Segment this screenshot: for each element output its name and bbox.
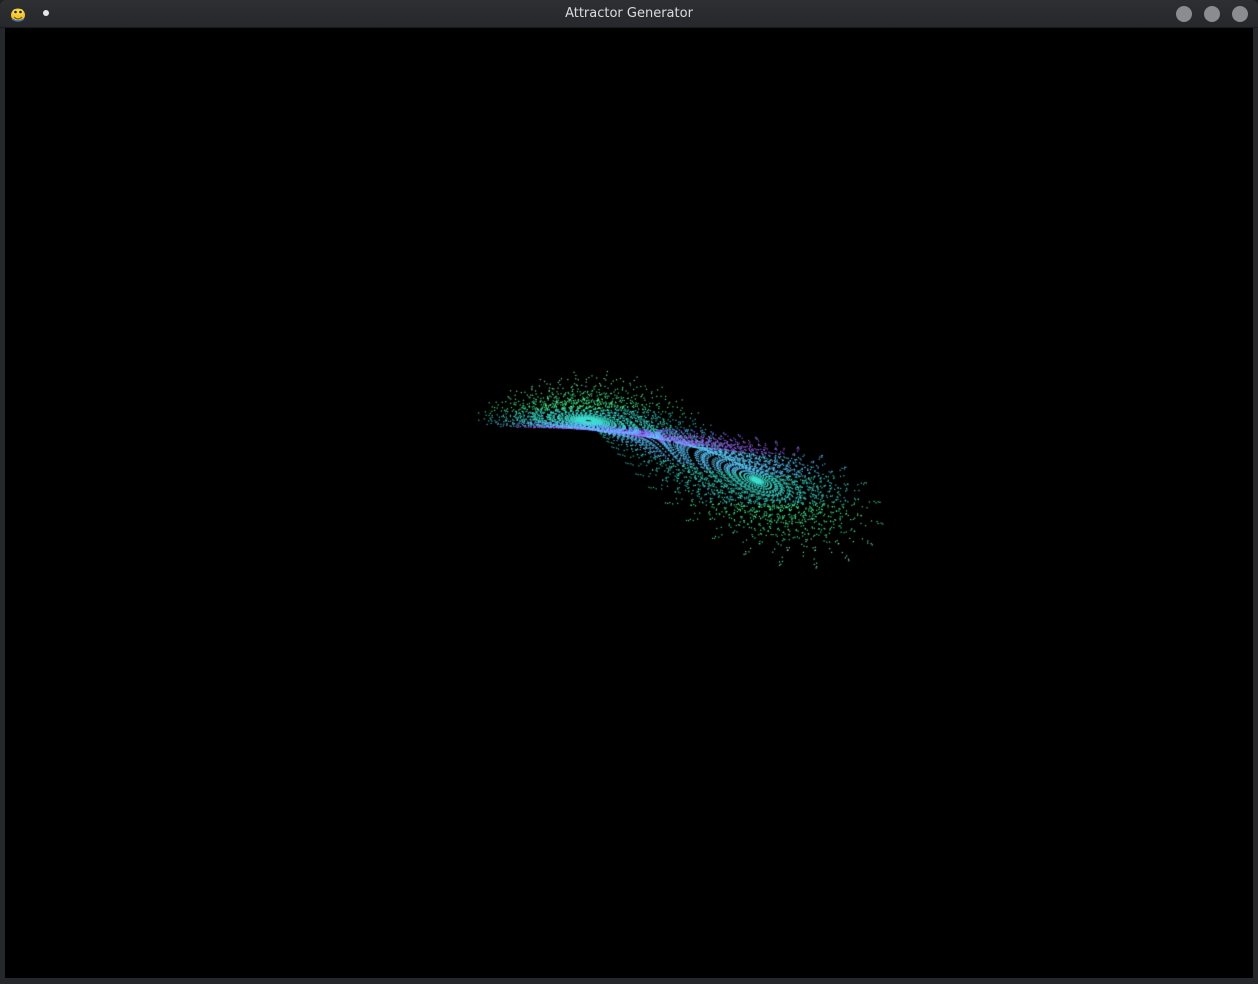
close-button[interactable] [1232,6,1248,22]
attractor-canvas-area[interactable] [5,28,1253,978]
minimize-button[interactable] [1176,6,1192,22]
maximize-button[interactable] [1204,6,1220,22]
python-snake-icon[interactable] [9,5,27,23]
attractor-canvas[interactable] [5,28,1253,978]
app-window: Attractor Generator [0,0,1258,984]
window-bottom-border [0,978,1258,984]
window-title: Attractor Generator [565,6,693,21]
dot-icon[interactable] [39,6,53,20]
titlebar[interactable]: Attractor Generator [0,0,1258,28]
